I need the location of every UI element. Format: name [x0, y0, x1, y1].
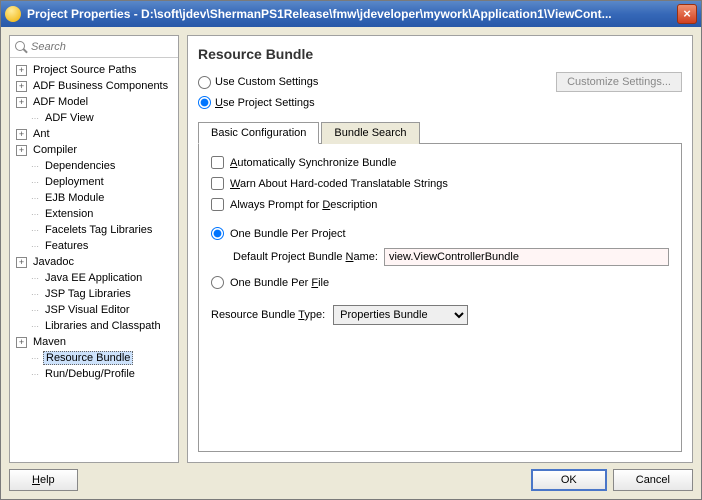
tree-item-label: Project Source Paths [31, 64, 138, 76]
cancel-button[interactable]: Cancel [613, 469, 693, 491]
tree-item-label: Deployment [43, 176, 106, 188]
use-project-label: Use Project Settings [215, 97, 315, 109]
tree-item[interactable]: + Project Source Paths [12, 62, 176, 78]
warn-hardcoded-label: Warn About Hard-coded Translatable Strin… [230, 178, 448, 190]
one-per-file-label: One Bundle Per File [230, 277, 329, 289]
category-tree[interactable]: + Project Source Paths + ADF Business Compo… [10, 58, 178, 462]
ok-button[interactable]: OK [531, 469, 607, 491]
tree-item[interactable]: Extension [12, 206, 176, 222]
expand-icon[interactable]: + [16, 145, 27, 156]
tree-item-label: Dependencies [43, 160, 117, 172]
tree-item-label: Run/Debug/Profile [43, 368, 137, 380]
one-per-project-label: One Bundle Per Project [230, 228, 346, 240]
use-custom-radio[interactable] [198, 76, 211, 89]
tree-item[interactable]: Facelets Tag Libraries [12, 222, 176, 238]
panel-title: Resource Bundle [198, 46, 682, 62]
app-icon [5, 6, 21, 22]
tab-bar: Basic Configuration Bundle Search [198, 121, 682, 144]
tree-item-label: Resource Bundle [43, 351, 133, 365]
button-bar: Help OK Cancel [9, 469, 693, 491]
one-per-project-radio[interactable] [211, 227, 224, 240]
tree-item-label: Maven [31, 336, 68, 348]
expand-icon[interactable]: + [16, 65, 27, 76]
search-input[interactable] [31, 41, 174, 53]
use-project-radio[interactable] [198, 96, 211, 109]
tree-item-label: ADF View [43, 112, 96, 124]
tree-item[interactable]: Libraries and Classpath [12, 318, 176, 334]
tree-item-label: JSP Tag Libraries [43, 288, 133, 300]
tree-item[interactable]: JSP Visual Editor [12, 302, 176, 318]
tree-item[interactable]: JSP Tag Libraries [12, 286, 176, 302]
tree-item[interactable]: + Compiler [12, 142, 176, 158]
expand-icon[interactable]: + [16, 337, 27, 348]
tree-item[interactable]: Deployment [12, 174, 176, 190]
tree-item[interactable]: Java EE Application [12, 270, 176, 286]
tree-item[interactable]: + ADF Model [12, 94, 176, 110]
sidebar: + Project Source Paths + ADF Business Compo… [9, 35, 179, 463]
prompt-description-checkbox[interactable] [211, 198, 224, 211]
bundle-type-select[interactable]: Properties Bundle [333, 305, 468, 325]
tree-item[interactable]: + Javadoc [12, 254, 176, 270]
tree-item-label: Ant [31, 128, 52, 140]
default-bundle-name-input[interactable] [384, 248, 669, 266]
tree-item[interactable]: Run/Debug/Profile [12, 366, 176, 382]
tree-item-label: Facelets Tag Libraries [43, 224, 154, 236]
tree-item-label: Extension [43, 208, 95, 220]
tree-item[interactable]: Resource Bundle [12, 350, 176, 366]
titlebar: Project Properties - D:\soft\jdev\Sherma… [1, 1, 701, 27]
one-per-file-radio[interactable] [211, 276, 224, 289]
expand-icon[interactable]: + [16, 97, 27, 108]
tree-item-label: Libraries and Classpath [43, 320, 163, 332]
tab-basic-configuration[interactable]: Basic Configuration [198, 122, 319, 144]
tree-item[interactable]: Features [12, 238, 176, 254]
tree-item-label: JSP Visual Editor [43, 304, 132, 316]
tree-item-label: Compiler [31, 144, 79, 156]
tree-item-label: Features [43, 240, 90, 252]
tree-item[interactable]: + Ant [12, 126, 176, 142]
tree-item-label: ADF Model [31, 96, 90, 108]
use-custom-label: Use Custom Settings [215, 76, 318, 88]
tree-item-label: ADF Business Components [31, 80, 170, 92]
default-bundle-name-label: Default Project Bundle Name: [233, 251, 378, 263]
tree-item[interactable]: ADF View [12, 110, 176, 126]
auto-sync-label: Automatically Synchronize Bundle [230, 157, 396, 169]
expand-icon[interactable]: + [16, 129, 27, 140]
tab-bundle-search[interactable]: Bundle Search [321, 122, 419, 144]
tree-item[interactable]: + ADF Business Components [12, 78, 176, 94]
window-title: Project Properties - D:\soft\jdev\Sherma… [27, 7, 677, 21]
search-box [10, 36, 178, 58]
expand-icon[interactable]: + [16, 81, 27, 92]
settings-panel: Resource Bundle Use Custom Settings Cust… [187, 35, 693, 463]
tree-item[interactable]: + Maven [12, 334, 176, 350]
customize-settings-button: Customize Settings... [556, 72, 682, 92]
help-button[interactable]: Help [9, 469, 78, 491]
tree-item-label: EJB Module [43, 192, 106, 204]
search-icon [14, 40, 27, 54]
tree-item[interactable]: EJB Module [12, 190, 176, 206]
close-button[interactable]: × [677, 4, 697, 24]
tree-item-label: Javadoc [31, 256, 76, 268]
expand-icon[interactable]: + [16, 257, 27, 268]
warn-hardcoded-checkbox[interactable] [211, 177, 224, 190]
tab-content: Automatically Synchronize Bundle Warn Ab… [198, 144, 682, 452]
bundle-type-label: Resource Bundle Type: [211, 309, 325, 321]
tree-item[interactable]: Dependencies [12, 158, 176, 174]
auto-sync-checkbox[interactable] [211, 156, 224, 169]
tree-item-label: Java EE Application [43, 272, 144, 284]
prompt-description-label: Always Prompt for Description [230, 199, 377, 211]
